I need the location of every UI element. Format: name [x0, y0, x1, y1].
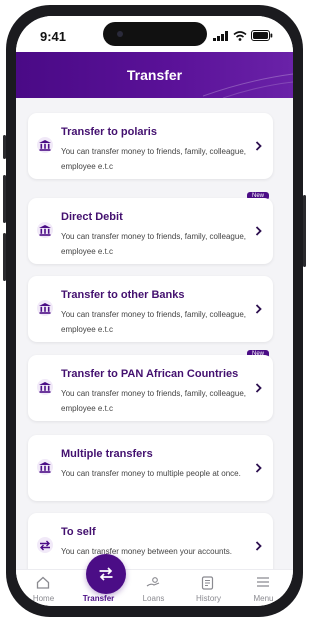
wifi-icon [233, 30, 247, 41]
tab-label: Home [32, 594, 55, 603]
option-description: You can transfer money to friends, famil… [61, 232, 246, 256]
option-description: You can transfer money to friends, famil… [61, 389, 246, 413]
status-icons [213, 30, 273, 41]
tab-label: Transfer [82, 594, 115, 603]
signal-icon [213, 30, 228, 41]
dynamic-island [103, 22, 207, 46]
tab-history[interactable]: History [181, 570, 236, 606]
chevron-right-icon [255, 226, 262, 236]
battery-icon [251, 30, 273, 41]
camera-dot [117, 31, 123, 37]
option-transfer-to-other-banks[interactable]: Transfer to other Banks You can transfer… [28, 276, 273, 342]
option-description: You can transfer money to friends, famil… [61, 147, 246, 171]
option-title: Transfer to polaris [61, 126, 157, 138]
option-title: Multiple transfers [61, 448, 153, 460]
option-title: Direct Debit [61, 211, 123, 223]
status-time: 9:41 [40, 29, 67, 44]
phone-side-button [3, 135, 6, 159]
chevron-right-icon [255, 383, 262, 393]
page-title: Transfer [126, 67, 183, 83]
home-icon [36, 576, 50, 589]
tab-home[interactable]: Home [16, 570, 71, 606]
bank-icon [37, 459, 53, 475]
tab-loans[interactable]: Loans [126, 570, 181, 606]
app-header: Transfer [16, 52, 293, 98]
history-icon [201, 576, 214, 590]
tab-label: History [196, 594, 221, 603]
bottom-tab-bar: Home Transfer Loans History Menu [16, 569, 293, 606]
transfer-fab-button[interactable] [86, 554, 126, 594]
phone-side-button [3, 175, 6, 223]
bank-icon [37, 222, 53, 238]
phone-side-button [3, 233, 6, 281]
chevron-right-icon [255, 304, 262, 314]
chevron-right-icon [255, 463, 262, 473]
option-transfer-to-pan-african[interactable]: Transfer to PAN African Countries You ca… [28, 355, 273, 421]
swap-icon [37, 537, 53, 553]
phone-frame: 9:41 Transfer Transfer to polaris You ca… [3, 5, 306, 617]
tab-label: Loans [142, 594, 165, 603]
option-description: You can transfer money to multiple peopl… [61, 469, 241, 478]
app-screen: 9:41 Transfer Transfer to polaris You ca… [16, 16, 293, 606]
chevron-right-icon [255, 141, 262, 151]
option-direct-debit[interactable]: Direct Debit You can transfer money to f… [28, 198, 273, 264]
tab-menu[interactable]: Menu [236, 570, 291, 606]
bank-icon [37, 300, 53, 316]
menu-icon [257, 577, 269, 587]
loans-icon [146, 577, 160, 587]
bank-icon [37, 137, 53, 153]
option-title: To self [61, 526, 96, 538]
option-title: Transfer to other Banks [61, 289, 185, 301]
chevron-right-icon [255, 541, 262, 551]
option-description: You can transfer money between your acco… [61, 547, 232, 556]
option-transfer-to-polaris[interactable]: Transfer to polaris You can transfer mon… [28, 113, 273, 179]
option-multiple-transfers[interactable]: Multiple transfers You can transfer mone… [28, 435, 273, 501]
phone-side-button [303, 195, 306, 267]
option-description: You can transfer money to friends, famil… [61, 310, 246, 334]
status-bar: 9:41 [16, 16, 293, 52]
bank-icon [37, 379, 53, 395]
tab-label: Menu [253, 594, 274, 603]
swap-icon [99, 567, 113, 581]
option-title: Transfer to PAN African Countries [61, 368, 239, 380]
